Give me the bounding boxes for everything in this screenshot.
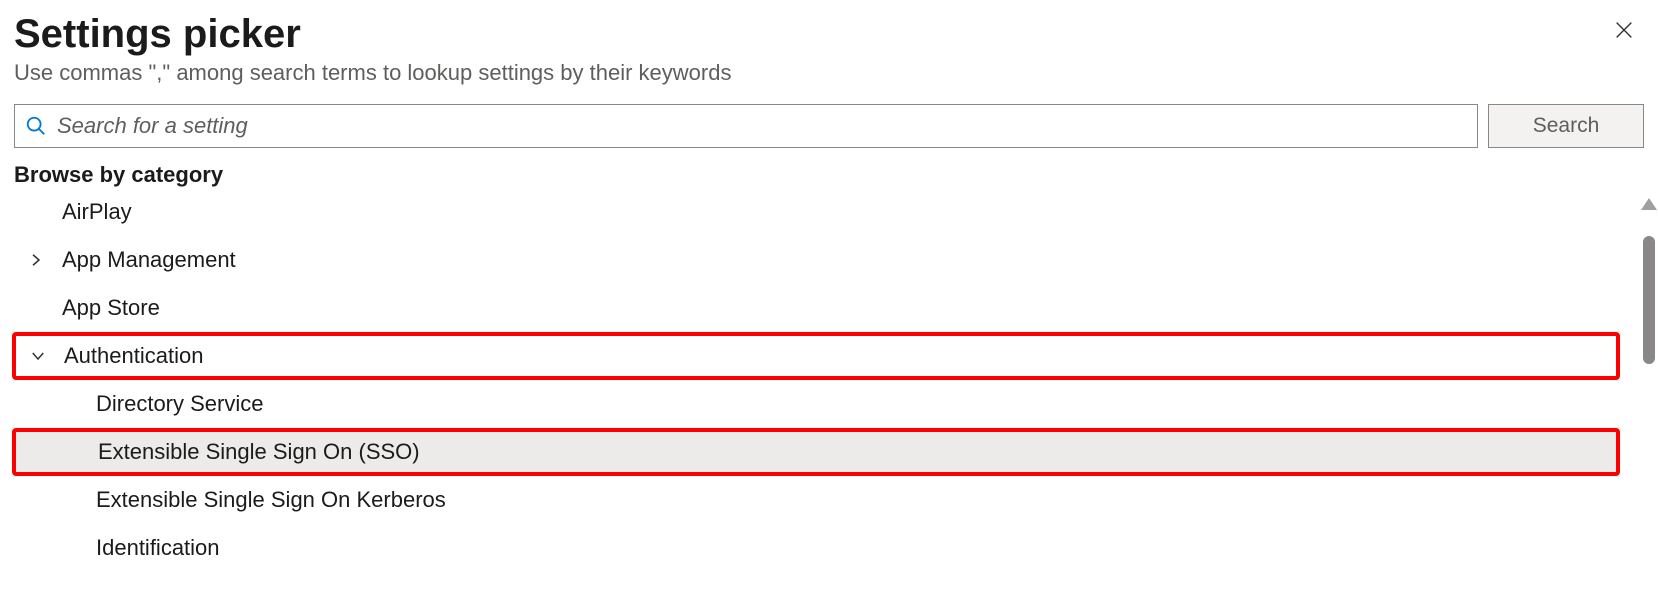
category-list: AirPlay App Management App Store — [14, 188, 1618, 572]
chevron-right-icon — [26, 250, 46, 270]
subcategory-label: Identification — [96, 535, 220, 561]
close-button[interactable] — [1610, 16, 1638, 44]
category-app-management[interactable]: App Management — [14, 236, 1618, 284]
subcategory-label: Extensible Single Sign On Kerberos — [96, 487, 446, 513]
page-subtitle: Use commas "," among search terms to loo… — [14, 60, 1644, 86]
subcategory-directory-service[interactable]: Directory Service — [14, 380, 1618, 428]
close-icon — [1613, 19, 1635, 41]
category-label: App Store — [62, 295, 160, 321]
page-title: Settings picker — [14, 10, 301, 58]
search-icon — [25, 115, 47, 137]
subcategory-label: Directory Service — [96, 391, 263, 417]
subcategory-extensible-sso[interactable]: Extensible Single Sign On (SSO) — [12, 428, 1620, 476]
subcategory-extensible-sso-kerberos[interactable]: Extensible Single Sign On Kerberos — [14, 476, 1618, 524]
category-label: Authentication — [64, 343, 203, 369]
category-label: AirPlay — [62, 199, 132, 225]
subcategory-identification[interactable]: Identification — [14, 524, 1618, 572]
search-button[interactable]: Search — [1488, 104, 1644, 148]
category-authentication[interactable]: Authentication — [12, 332, 1620, 380]
browse-by-category-label: Browse by category — [14, 162, 1644, 188]
category-label: App Management — [62, 247, 236, 273]
subcategory-label: Extensible Single Sign On (SSO) — [98, 439, 420, 465]
scroll-up-icon — [1641, 198, 1657, 210]
search-box[interactable] — [14, 104, 1478, 148]
category-airplay[interactable]: AirPlay — [14, 188, 1618, 236]
chevron-down-icon — [28, 346, 48, 366]
category-app-store[interactable]: App Store — [14, 284, 1618, 332]
scrollbar[interactable] — [1640, 198, 1658, 602]
search-input[interactable] — [55, 112, 1467, 140]
scroll-thumb[interactable] — [1643, 236, 1655, 364]
